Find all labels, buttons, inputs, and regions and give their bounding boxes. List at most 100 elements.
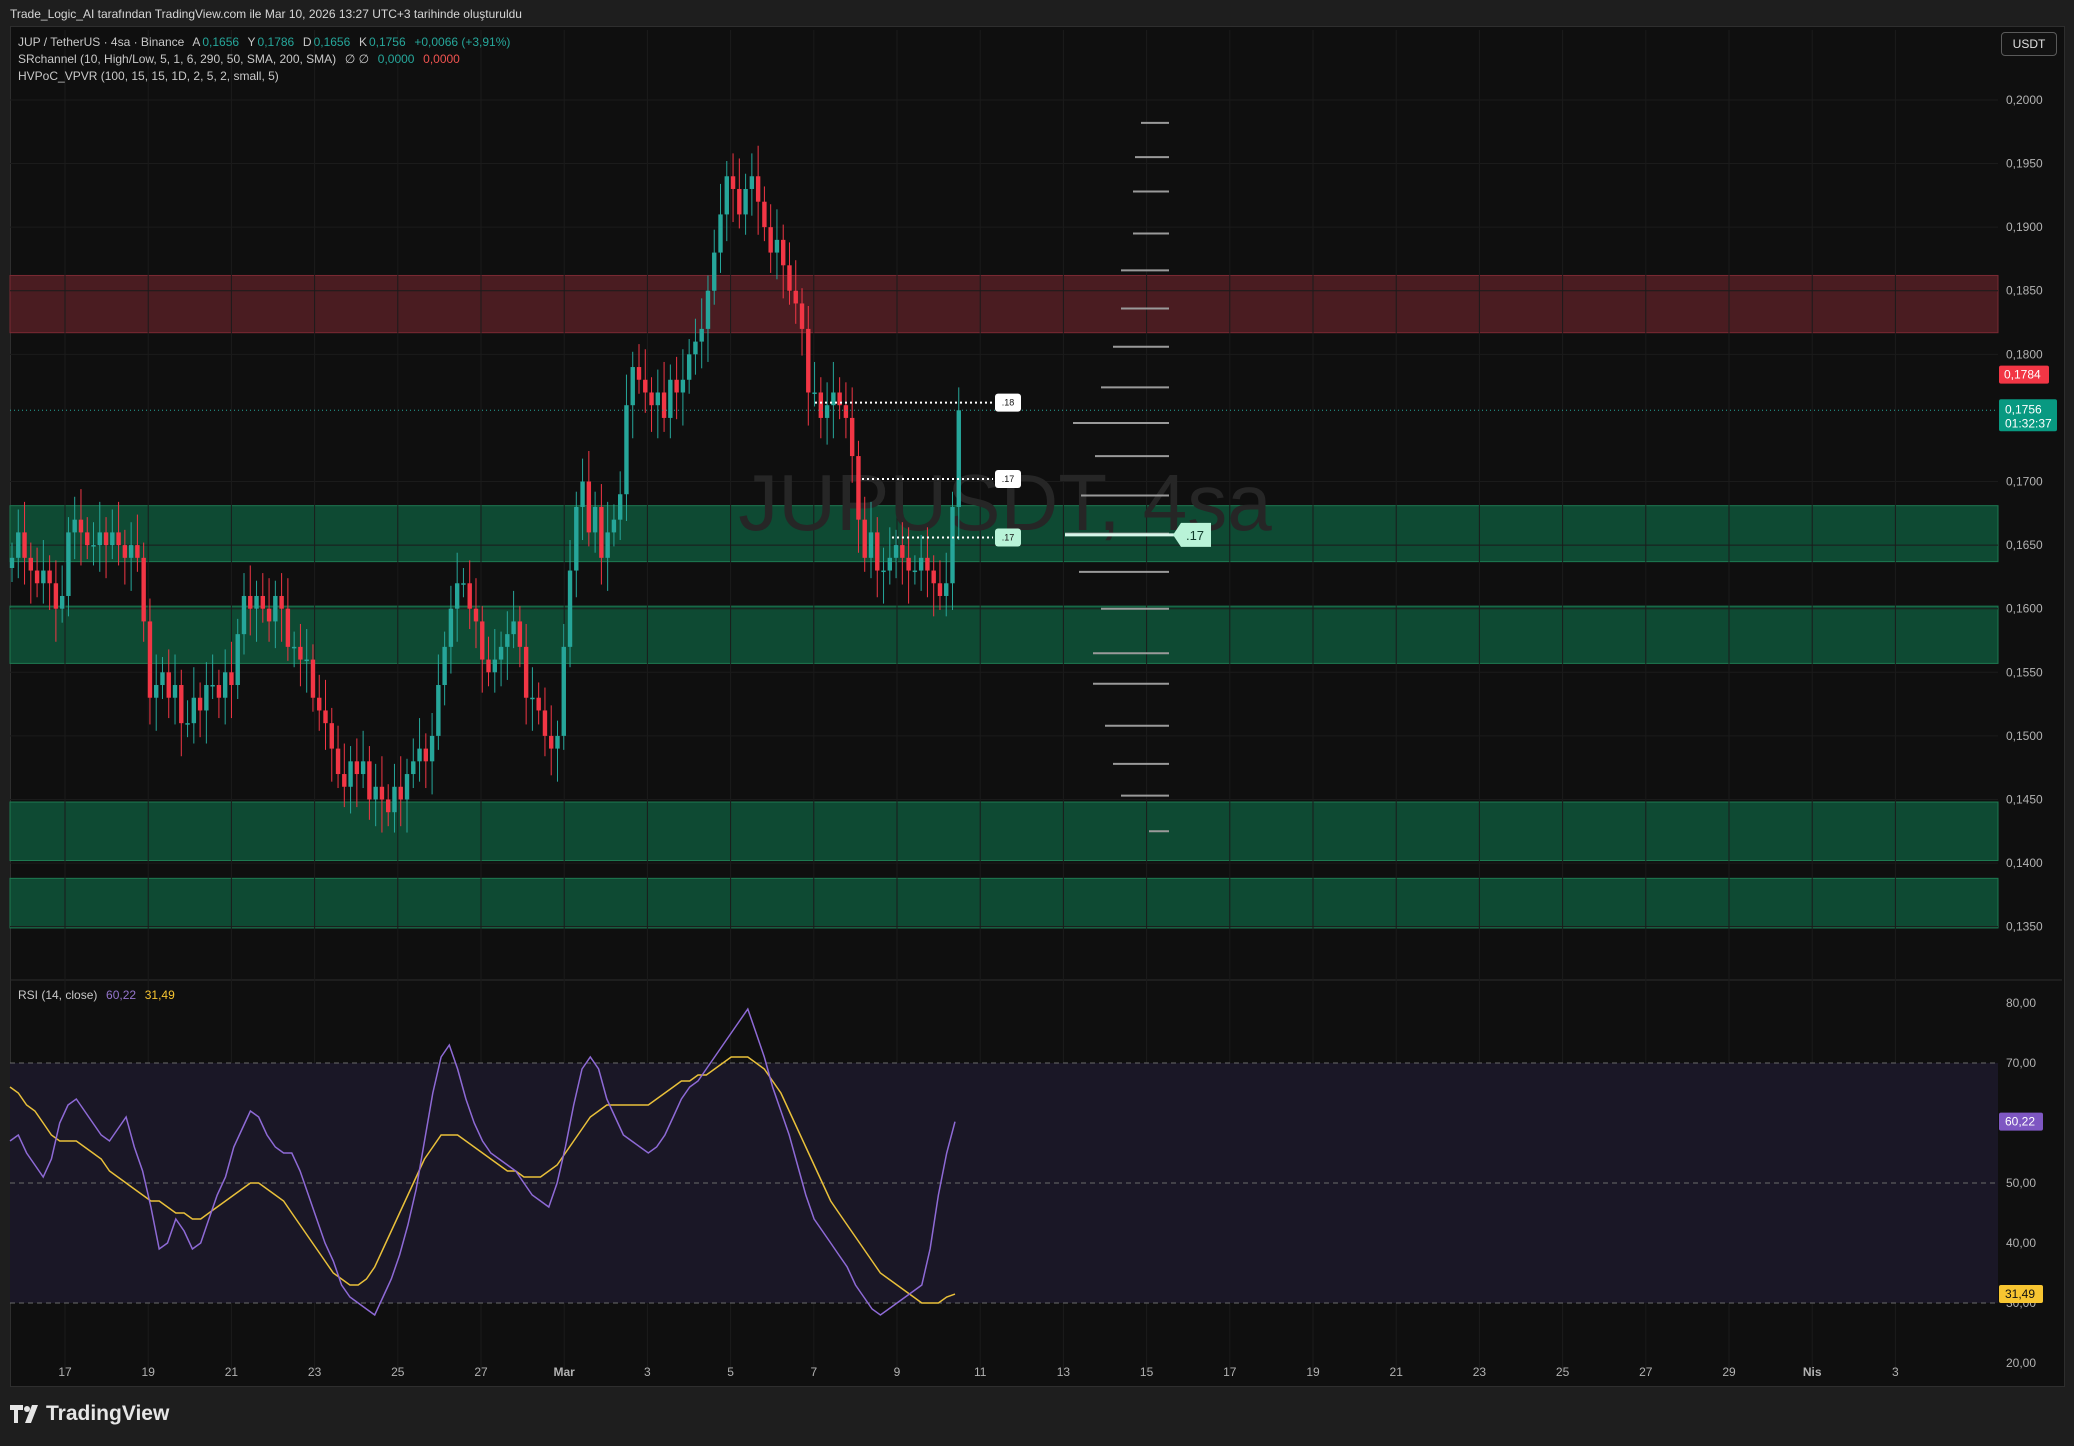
candle-body xyxy=(304,659,309,662)
candle-body xyxy=(655,392,661,406)
candle-body xyxy=(480,621,485,660)
candle-body xyxy=(536,697,541,711)
time-tick-label: 7 xyxy=(810,1365,817,1379)
candle-body xyxy=(806,328,811,393)
candle-body xyxy=(97,532,102,546)
candle-body xyxy=(210,685,215,687)
price-tick-label: 0,2000 xyxy=(2006,93,2043,107)
candle-body xyxy=(699,328,704,342)
price-tick-label: 0,1400 xyxy=(2006,856,2043,870)
rsi-ma-badge-label: 31,49 xyxy=(2005,1287,2035,1301)
candle-body xyxy=(78,519,84,533)
candle-body xyxy=(367,761,372,800)
srchannel-name: SRchannel (10, High/Low, 5, 1, 6, 290, 5… xyxy=(18,52,337,66)
price-tick-label: 0,1350 xyxy=(2006,920,2043,934)
level-marker-label: .17 xyxy=(1002,474,1015,484)
time-tick-label: 11 xyxy=(974,1365,987,1379)
currency-button[interactable]: USDT xyxy=(2001,32,2057,56)
candle-body xyxy=(643,379,648,393)
hvpoc-legend[interactable]: HVPoC_VPVR (100, 15, 15, 1D, 2, 5, 2, sm… xyxy=(18,69,281,83)
candle-body xyxy=(887,557,892,571)
candle-body xyxy=(498,646,504,660)
symbol-title: JUP / TetherUS · 4sa · Binance xyxy=(18,35,185,49)
time-tick-label: 9 xyxy=(894,1365,901,1379)
close-value: 0,1756 xyxy=(368,35,406,49)
candle-body xyxy=(937,583,943,596)
rsi-ma-value: 31,49 xyxy=(144,988,175,1002)
price-tick-label: 0,1550 xyxy=(2006,665,2043,679)
candle-body xyxy=(818,392,824,418)
candle-body xyxy=(599,506,604,558)
candle-body xyxy=(624,405,629,495)
candle-body xyxy=(116,532,121,546)
candle-body xyxy=(285,608,291,647)
candle-body xyxy=(617,494,623,520)
candle-body xyxy=(348,761,353,787)
candle-body xyxy=(85,532,90,546)
candle-body xyxy=(273,595,278,622)
candle-body xyxy=(454,583,460,609)
candle-body xyxy=(386,799,391,813)
candle-body xyxy=(755,176,761,202)
time-tick-label: 17 xyxy=(58,1365,72,1379)
candle-body xyxy=(574,506,579,571)
candle-body xyxy=(636,367,642,380)
candle-body xyxy=(160,672,165,686)
candle-body xyxy=(197,697,203,711)
price-tick-label: 0,1650 xyxy=(2006,538,2043,552)
candle-body xyxy=(555,735,560,749)
rsi-legend[interactable]: RSI (14, close) 60,22 31,49 xyxy=(18,988,177,1002)
open-value: 0,1656 xyxy=(202,35,240,49)
candle-body xyxy=(103,532,109,546)
candle-body xyxy=(172,685,178,698)
candle-body xyxy=(875,532,880,571)
time-tick-label: Mar xyxy=(554,1365,576,1379)
candle-body xyxy=(22,532,27,558)
rsi-name: RSI (14, close) xyxy=(18,988,98,1002)
candle-body xyxy=(649,392,654,406)
candle-body xyxy=(59,595,65,609)
rsi-tick-label: 50,00 xyxy=(2006,1176,2036,1190)
candle-body xyxy=(849,417,855,457)
srchannel-legend[interactable]: SRchannel (10, High/Low, 5, 1, 6, 290, 5… xyxy=(18,52,462,66)
candle-body xyxy=(893,545,899,558)
candle-body xyxy=(279,595,284,609)
candle-body xyxy=(398,786,403,800)
candle-body xyxy=(135,545,140,558)
time-tick-label: Nis xyxy=(1803,1365,1822,1379)
candle-body xyxy=(392,786,397,813)
candle-body xyxy=(561,646,566,736)
candle-body xyxy=(843,405,849,418)
time-tick-label: 3 xyxy=(1892,1365,1899,1379)
last-price-label: 0,1756 xyxy=(2005,402,2042,416)
candle-body xyxy=(530,697,535,700)
candle-body xyxy=(712,252,717,291)
candle-body xyxy=(881,570,886,573)
candle-body xyxy=(718,214,723,253)
tradingview-wordmark: TradingView xyxy=(46,1402,170,1425)
candle-body xyxy=(668,379,673,418)
candle-body xyxy=(912,570,918,573)
level-marker-label: .17 xyxy=(1002,532,1015,542)
time-tick-label: 29 xyxy=(1722,1365,1736,1379)
candle-body xyxy=(630,367,635,406)
candle-body xyxy=(505,634,510,647)
candle-body xyxy=(812,392,817,394)
candle-body xyxy=(461,583,466,585)
candle-body xyxy=(310,659,316,698)
candle-body xyxy=(235,634,240,686)
symbol-legend[interactable]: JUP / TetherUS · 4sa · Binance A 0,1656 Y… xyxy=(18,35,512,49)
candle-body xyxy=(442,646,447,686)
time-tick-label: 19 xyxy=(1306,1365,1320,1379)
candle-body xyxy=(266,608,272,622)
rsi-tick-label: 80,00 xyxy=(2006,996,2036,1010)
candle-body xyxy=(918,557,924,571)
candle-body xyxy=(241,595,247,635)
candle-body xyxy=(204,685,209,711)
candle-body xyxy=(856,456,861,520)
chart-canvas[interactable]: JUPUSDT, 4sa .18.17.17.17 0,20000,19500,… xyxy=(0,0,2074,1446)
candle-body xyxy=(743,188,748,215)
tradingview-logo[interactable]: TradingView xyxy=(10,1402,169,1426)
candle-body xyxy=(28,557,34,571)
candle-body xyxy=(66,532,71,596)
